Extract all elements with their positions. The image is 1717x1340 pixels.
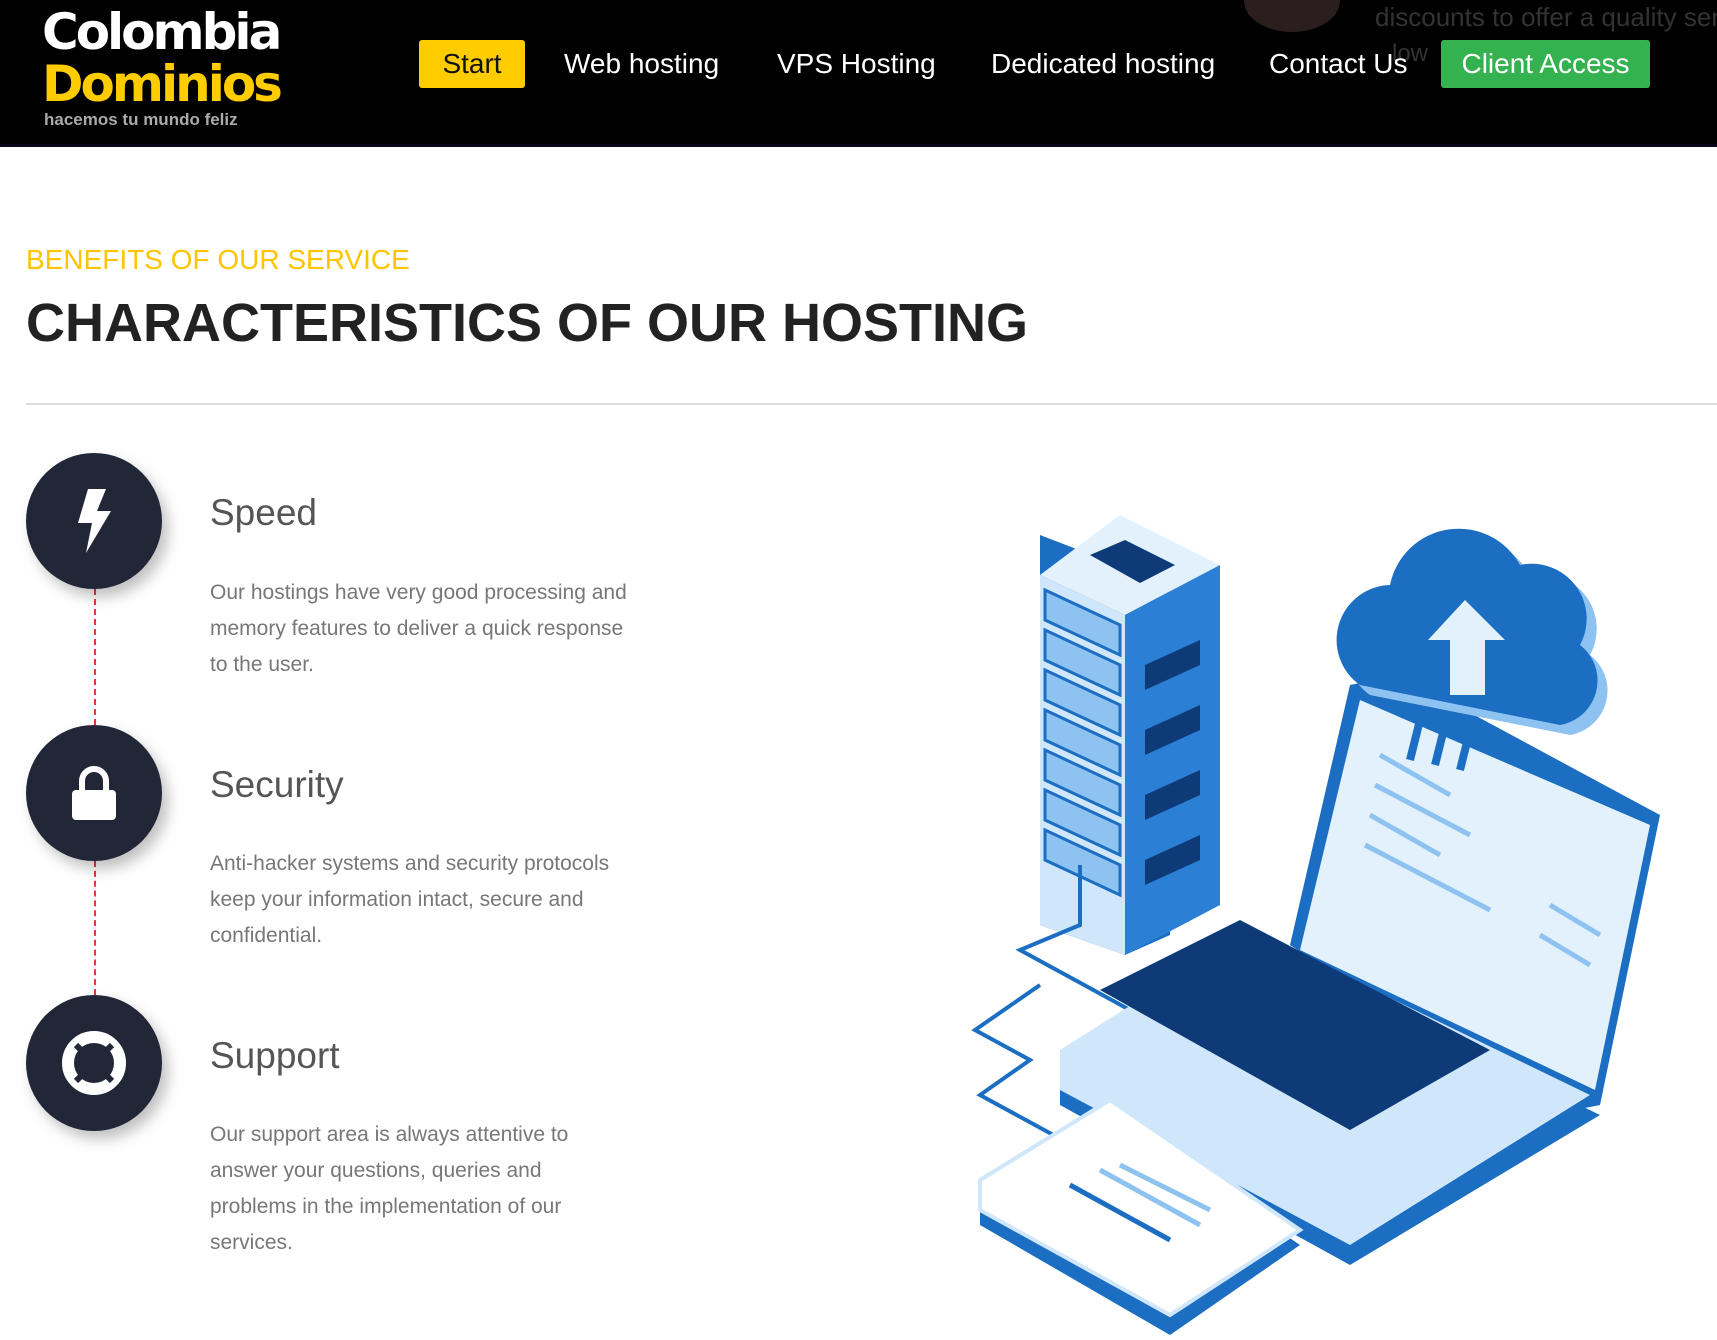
connector-line xyxy=(94,861,96,995)
logo-line1: Colombia xyxy=(42,3,282,61)
lightning-icon xyxy=(78,489,111,553)
connector-line xyxy=(94,589,96,725)
divider xyxy=(26,403,1717,405)
feature-body: Our support area is always attentive to … xyxy=(210,1123,569,1254)
logo-tagline: hacemos tu mundo feliz xyxy=(44,110,238,129)
feature-icon-security xyxy=(26,725,162,861)
section-eyebrow: BENEFITS OF OUR SERVICE xyxy=(26,244,410,275)
feature-title: Support xyxy=(210,1035,340,1076)
hosting-illustration xyxy=(971,515,1660,1335)
background-image xyxy=(1244,0,1340,32)
nav-contact-us[interactable]: Contact Us xyxy=(1245,40,1432,88)
logo[interactable]: Colombia Dominios hacemos tu mundo feliz xyxy=(42,3,283,130)
top-navigation: Colombia Dominios hacemos tu mundo feliz… xyxy=(0,0,1717,147)
client-access-button[interactable]: Client Access xyxy=(1441,40,1650,88)
nav-vps-hosting[interactable]: VPS Hosting xyxy=(753,40,960,88)
feature-icon-support xyxy=(26,995,162,1131)
nav-start[interactable]: Start xyxy=(419,40,525,88)
lifebuoy-icon xyxy=(62,1031,126,1095)
section-title: CHARACTERISTICS OF OUR HOSTING xyxy=(26,293,1029,353)
server-tower-graphic xyxy=(1040,515,1220,955)
lock-icon xyxy=(72,766,116,820)
nav-web-hosting[interactable]: Web hosting xyxy=(540,40,743,88)
feature-icon-speed xyxy=(26,453,162,589)
feature-body: Anti-hacker systems and security protoco… xyxy=(210,852,610,947)
feature-title: Speed xyxy=(210,492,317,533)
nav-dedicated-hosting[interactable]: Dedicated hosting xyxy=(967,40,1239,88)
background-text: discounts to offer a quality servi xyxy=(1375,2,1717,32)
logo-line2: Dominios xyxy=(42,55,283,113)
feature-title: Security xyxy=(210,764,344,805)
feature-body: Our hostings have very good processing a… xyxy=(210,581,627,676)
